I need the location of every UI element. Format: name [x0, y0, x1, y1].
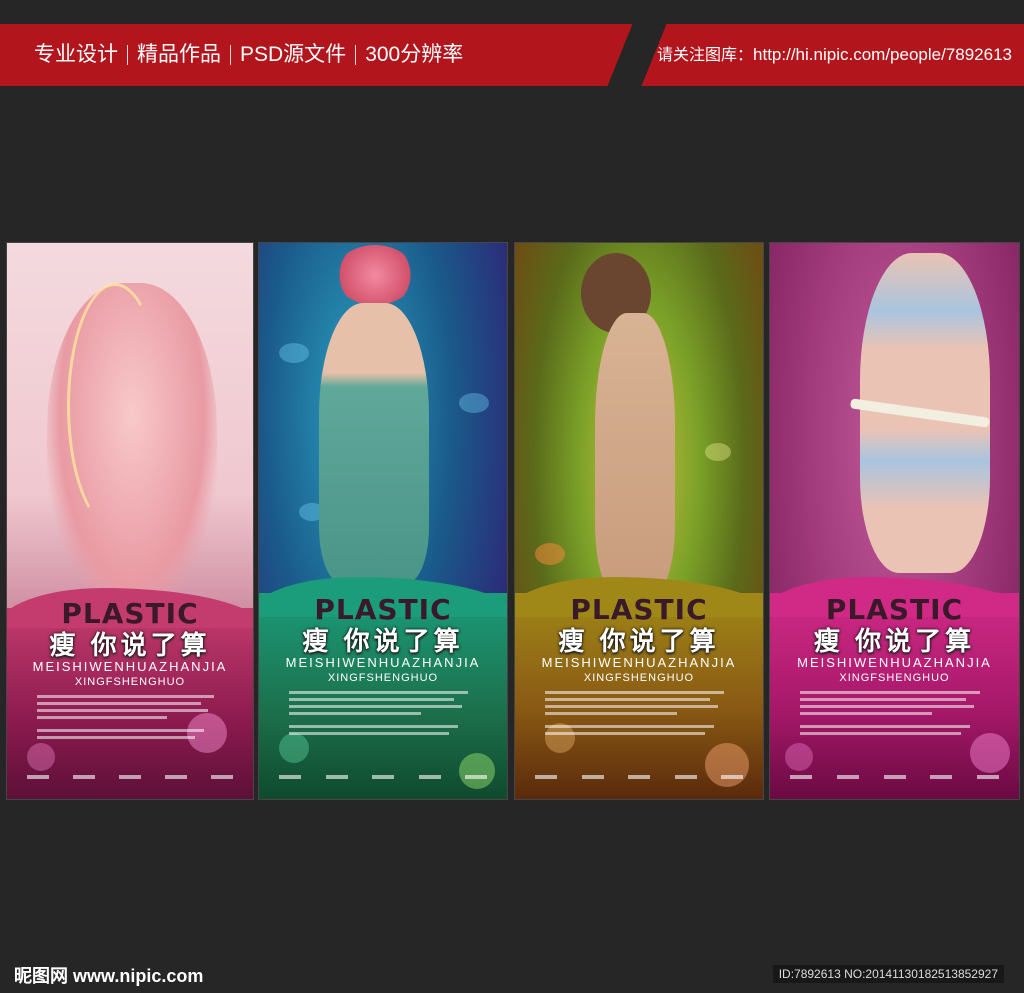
poster-teal: PLASTIC 瘦 你说了算 MEISHIWENHUAZHANJIA XINGF… [258, 242, 508, 800]
bokeh-bubble [459, 393, 489, 413]
poster-subtitle-small: XINGFSHENGHUO [327, 672, 439, 684]
model-figure [319, 303, 429, 583]
poster-green: PLASTIC 瘦 你说了算 MEISHIWENHUAZHANJIA XINGF… [514, 242, 764, 800]
bokeh-bubble [785, 743, 813, 771]
poster-tagline: 瘦 你说了算 [813, 626, 976, 656]
banner-features: 专业设计 精品作品 PSD源文件 300分辨率 [34, 24, 463, 86]
banner-gallery-link[interactable]: 请关注图库：http://hi.nipic.com/people/7892613 [657, 24, 1012, 86]
banner-feature-quality: 精品作品 [137, 43, 221, 66]
poster-tagline: 瘦 你说了算 [302, 626, 464, 656]
body-text-placeholder [545, 691, 733, 719]
body-text-placeholder [37, 695, 223, 723]
bokeh-bubble [279, 343, 309, 363]
poster-subtitle: MEISHIWENHUAZHANJIA [285, 655, 481, 670]
body-text-placeholder [37, 729, 223, 743]
poster-tagline: 瘦 你说了算 [558, 626, 720, 656]
bokeh-bubble [705, 443, 731, 461]
model-figure [595, 313, 675, 593]
poster-tagline: 瘦 你说了算 [49, 630, 211, 660]
banner-feature-resolution: 300分辨率 [365, 43, 464, 66]
banner-divider [127, 45, 128, 66]
top-banner: 专业设计 精品作品 PSD源文件 300分辨率 请关注图库：http://hi.nip… [0, 24, 1024, 86]
flower-headpiece [335, 245, 415, 305]
banner-feature-design: 专业设计 [34, 43, 118, 66]
banner-divider [355, 45, 357, 66]
poster-subtitle-small: XINGFSHENGHUO [839, 672, 950, 684]
poster-magenta: PLASTIC 瘦 你说了算 MEISHIWENHUAZHANJIA XINGF… [769, 242, 1020, 800]
bokeh-bubble [970, 733, 1010, 773]
site-logo[interactable]: 昵图网 www.nipic.com [14, 962, 203, 988]
poster-subtitle-small: XINGFSHENGHUO [583, 672, 695, 684]
banner-divider [230, 45, 231, 66]
poster-subtitle: MEISHIWENHUAZHANJIA [797, 655, 992, 670]
body-text-placeholder [289, 725, 477, 739]
banner-gallery-label: 请关注图库： [657, 47, 754, 64]
banner-gallery-url[interactable]: http://hi.nipic.com/people/7892613 [753, 45, 1012, 64]
poster-subtitle: MEISHIWENHUAZHANJIA [32, 659, 228, 674]
bokeh-bubble [705, 743, 749, 787]
footer-marks [27, 775, 233, 779]
image-id-label: ID:7892613 NO:20141130182513852927 [772, 965, 1004, 983]
footer-marks [790, 775, 999, 779]
footer-marks [279, 775, 487, 779]
poster-pink: PLASTIC 瘦 你说了算 MEISHIWENHUAZHANJIA XINGF… [6, 242, 254, 800]
body-text-placeholder [545, 725, 733, 739]
light-swirl [67, 283, 163, 529]
poster-subtitle-small: XINGFSHENGHUO [74, 676, 186, 688]
poster-subtitle: MEISHIWENHUAZHANJIA [541, 655, 737, 670]
bokeh-bubble [27, 743, 55, 771]
body-text-placeholder [800, 725, 989, 739]
bokeh-bubble [535, 543, 565, 565]
footer-marks [535, 775, 743, 779]
body-text-placeholder [800, 691, 989, 719]
body-text-placeholder [289, 691, 477, 719]
banner-feature-psd: PSD源文件 [240, 43, 347, 66]
bokeh-bubble [459, 753, 495, 789]
